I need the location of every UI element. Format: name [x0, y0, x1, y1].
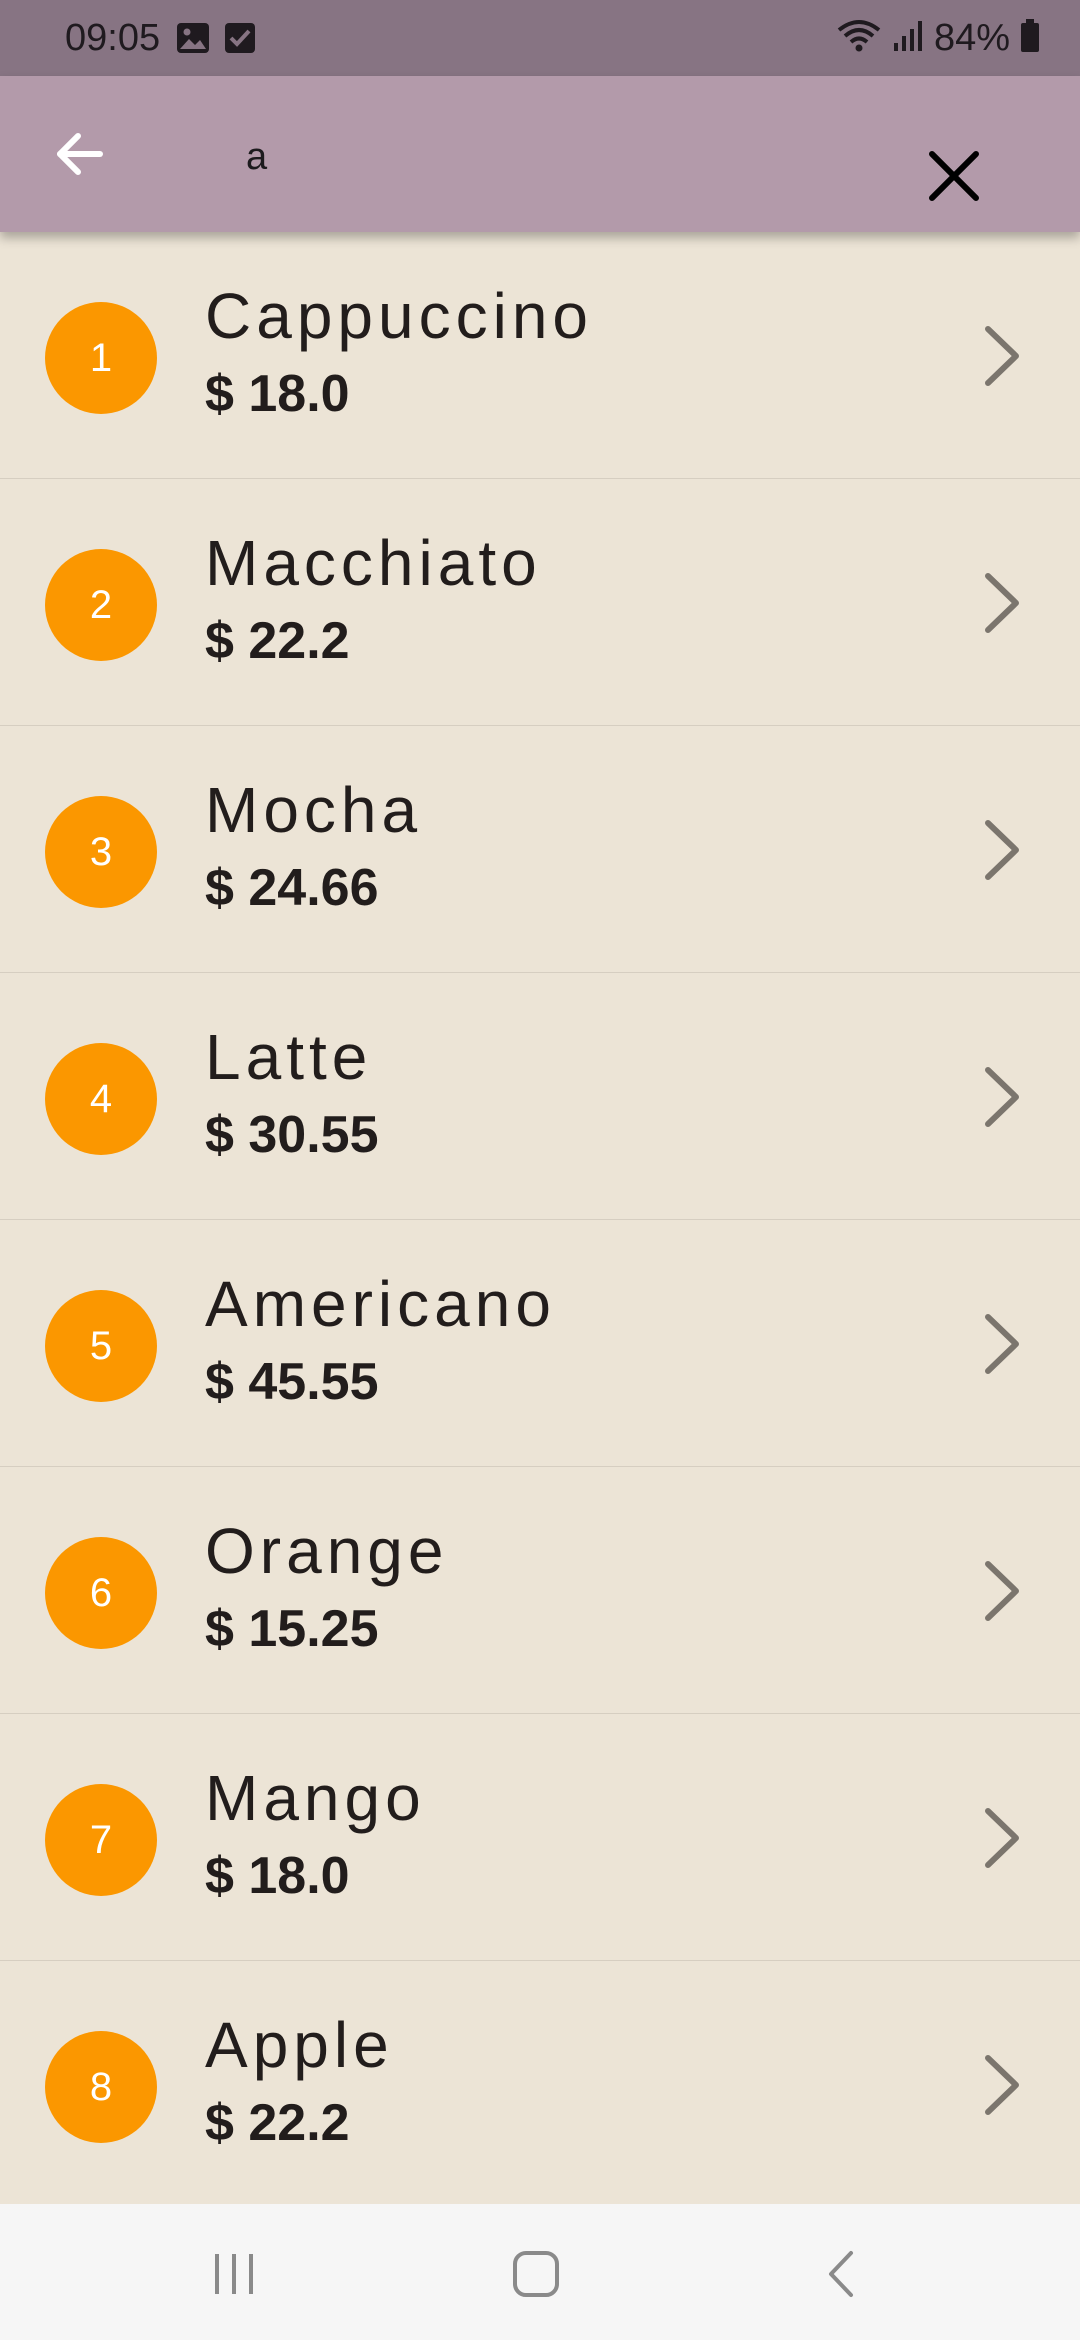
- battery-icon: [1020, 18, 1040, 58]
- item-name: Mocha: [205, 774, 423, 846]
- status-notification-icons: [176, 22, 256, 59]
- item-name: Cappuccino: [205, 280, 593, 352]
- chevron-right-icon: [972, 1308, 1032, 1380]
- arrow-left-icon: [57, 133, 103, 175]
- list-item[interactable]: 5 Americano $ 45.55: [0, 1220, 1080, 1467]
- item-price: $ 22.2: [205, 2094, 350, 2152]
- chevron-right-icon: [972, 320, 1032, 392]
- item-name: Macchiato: [205, 527, 542, 599]
- item-price: $ 30.55: [205, 1106, 379, 1164]
- close-icon: [929, 151, 979, 201]
- recent-apps-button[interactable]: [194, 2242, 274, 2306]
- signal-icon: [892, 19, 924, 58]
- nav-back-button[interactable]: [800, 2242, 880, 2306]
- list-item[interactable]: 6 Orange $ 15.25: [0, 1467, 1080, 1714]
- list-item[interactable]: 8 Apple $ 22.2: [0, 1961, 1080, 2204]
- item-index-avatar: 5: [45, 1290, 157, 1402]
- status-time: 09:05: [65, 17, 161, 59]
- list-item[interactable]: 7 Mango $ 18.0: [0, 1714, 1080, 1961]
- item-price: $ 24.66: [205, 859, 379, 917]
- item-index-avatar: 4: [45, 1043, 157, 1155]
- item-price: $ 18.0: [205, 1847, 350, 1905]
- item-price: $ 45.55: [205, 1353, 379, 1411]
- item-index-avatar: 3: [45, 796, 157, 908]
- back-button[interactable]: [38, 118, 120, 190]
- recent-apps-icon: [215, 2254, 253, 2294]
- status-bar: 09:05 84%: [0, 0, 1080, 76]
- item-name: Mango: [205, 1762, 426, 1834]
- chevron-right-icon: [972, 567, 1032, 639]
- list-item[interactable]: 1 Cappuccino $ 18.0: [0, 232, 1080, 479]
- item-index-avatar: 1: [45, 302, 157, 414]
- item-price: $ 15.25: [205, 1600, 379, 1658]
- wifi-icon: [836, 18, 882, 59]
- item-name: Latte: [205, 1021, 373, 1093]
- home-icon: [513, 2251, 559, 2297]
- chevron-right-icon: [972, 1802, 1032, 1874]
- list-item[interactable]: 4 Latte $ 30.55: [0, 973, 1080, 1220]
- item-price: $ 22.2: [205, 612, 350, 670]
- status-system-icons: 84%: [836, 16, 1040, 60]
- results-list: 1 Cappuccino $ 18.0 2 Macchiato $ 22.2 3…: [0, 232, 1080, 2204]
- list-item[interactable]: 2 Macchiato $ 22.2: [0, 479, 1080, 726]
- chevron-right-icon: [972, 2049, 1032, 2121]
- item-name: Americano: [205, 1268, 556, 1340]
- item-index-avatar: 7: [45, 1784, 157, 1896]
- item-name: Apple: [205, 2009, 394, 2081]
- back-icon: [829, 2251, 853, 2297]
- clear-search-button[interactable]: [912, 134, 996, 218]
- item-index-avatar: 2: [45, 549, 157, 661]
- list-item[interactable]: 3 Mocha $ 24.66: [0, 726, 1080, 973]
- item-index-avatar: 8: [45, 2031, 157, 2143]
- chevron-right-icon: [972, 1555, 1032, 1627]
- image-icon: [176, 22, 210, 59]
- item-name: Orange: [205, 1515, 449, 1587]
- chevron-right-icon: [972, 1061, 1032, 1133]
- battery-percent: 84%: [933, 17, 1010, 59]
- checkbox-icon: [224, 22, 256, 59]
- item-price: $ 18.0: [205, 365, 350, 423]
- search-app-bar: [0, 76, 1080, 232]
- search-input[interactable]: [246, 128, 886, 186]
- system-navigation-bar: [0, 2204, 1080, 2340]
- item-index-avatar: 6: [45, 1537, 157, 1649]
- home-button[interactable]: [496, 2242, 576, 2306]
- chevron-right-icon: [972, 814, 1032, 886]
